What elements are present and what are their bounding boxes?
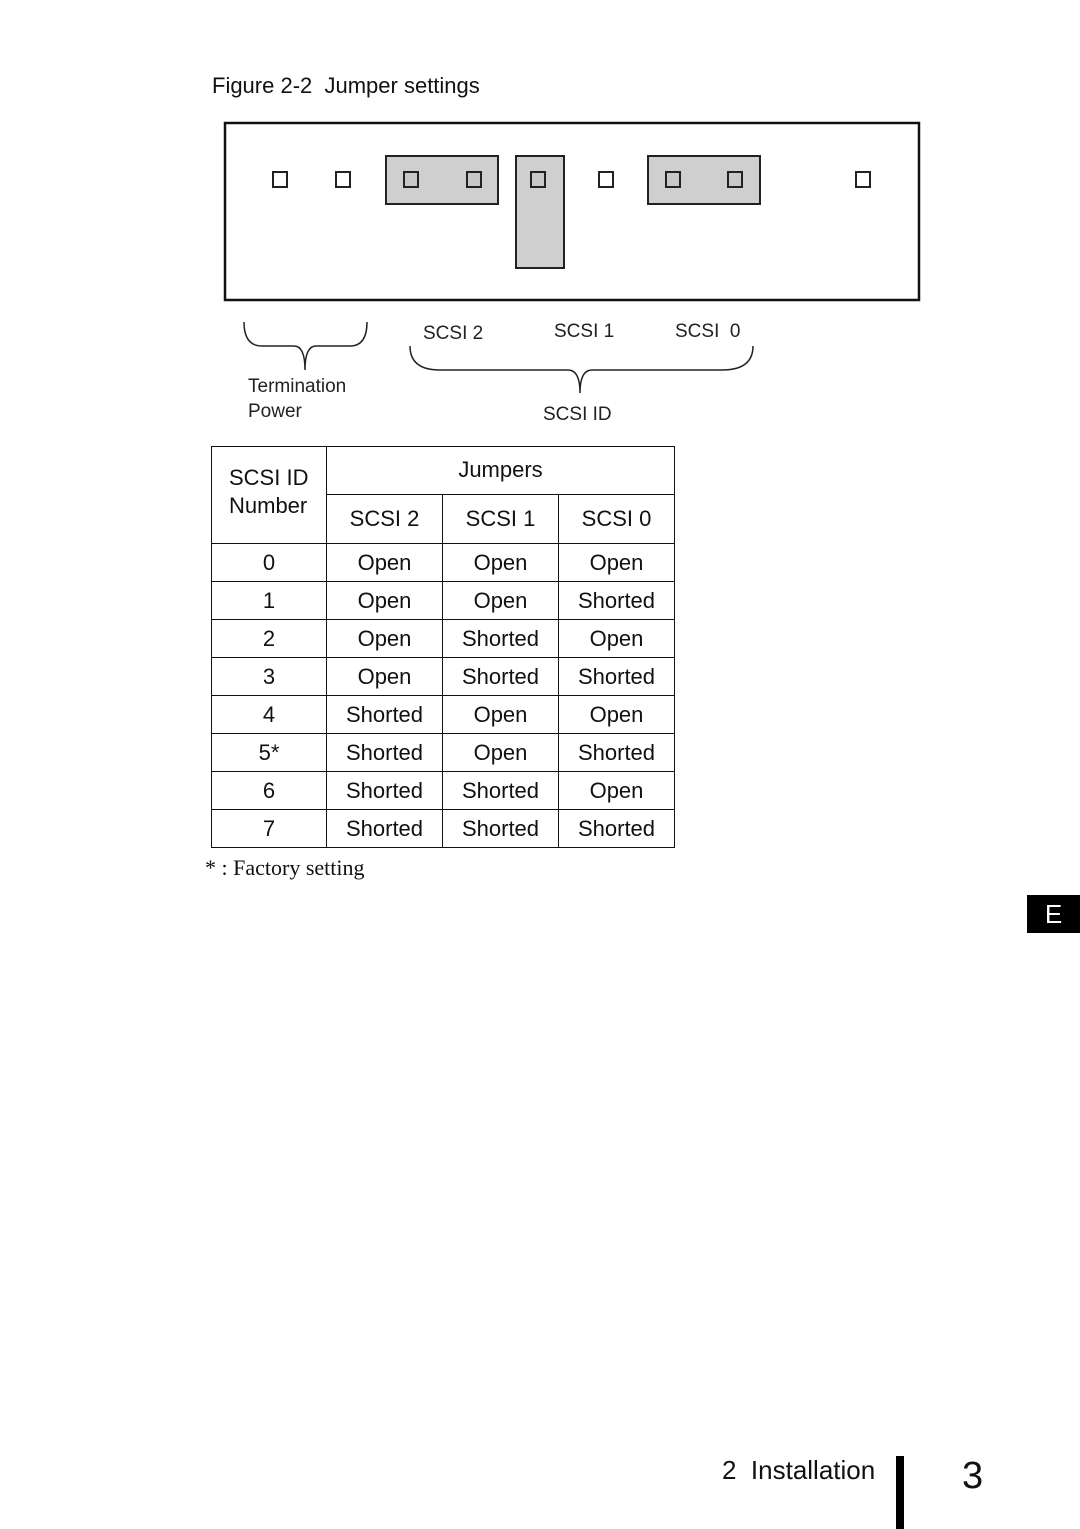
jumper-state-cell: Shorted: [326, 809, 443, 848]
jumper-state-cell: Shorted: [326, 695, 443, 734]
jumper-pin: [855, 171, 871, 188]
table-row: 3 Open Shorted Shorted: [211, 657, 675, 696]
scsi0-label: SCSI 0: [675, 321, 741, 342]
termination-brace: [243, 321, 368, 371]
footnote: * : Factory setting: [205, 855, 365, 880]
scsi-id-cell: 4: [211, 695, 327, 734]
table-row: 7 Shorted Shorted Shorted: [211, 809, 675, 848]
scsi-id-cell: 0: [211, 543, 327, 582]
jumper-state-cell: Shorted: [442, 619, 559, 658]
termination-label: Termination: [248, 376, 347, 397]
table-row: 0 Open Open Open: [211, 543, 675, 582]
jumper-settings-table: SCSI ID Number Jumpers SCSI 2 SCSI 1 SCS…: [211, 446, 675, 848]
jumper-state-cell: Shorted: [442, 771, 559, 810]
jumper-state-cell: Open: [442, 733, 559, 772]
jumper-state-cell: Open: [442, 581, 559, 620]
scsi-id-cell: 7: [211, 809, 327, 848]
jumper-state-cell: Shorted: [326, 771, 443, 810]
jumper-state-cell: Open: [326, 657, 443, 696]
scsi-id-cell: 1: [211, 581, 327, 620]
jumper-state-cell: Open: [558, 543, 675, 582]
id-number-header: SCSI ID Number: [211, 446, 327, 544]
jumper-pin: [727, 171, 743, 188]
jumper-state-cell: Open: [558, 619, 675, 658]
column-header: SCSI 1: [442, 494, 559, 544]
jumper-state-cell: Shorted: [442, 657, 559, 696]
power-label: Power: [248, 401, 302, 422]
jumper-cap-scsi0: [647, 155, 761, 205]
jumper-state-cell: Open: [558, 771, 675, 810]
footer-divider: [896, 1456, 904, 1529]
jumper-state-cell: Shorted: [558, 733, 675, 772]
jumper-state-cell: Open: [326, 619, 443, 658]
jumper-pin: [665, 171, 681, 188]
scsi-id-cell: 2: [211, 619, 327, 658]
jumper-state-cell: Shorted: [442, 809, 559, 848]
scsi-id-cell: 5*: [211, 733, 327, 772]
column-header: SCSI 2: [326, 494, 443, 544]
table-row: 5* Shorted Open Shorted: [211, 733, 675, 772]
jumper-state-cell: Open: [558, 695, 675, 734]
scsi-id-brace: [409, 345, 754, 394]
scsi2-label: SCSI 2: [423, 323, 484, 344]
jumper-pin: [335, 171, 351, 188]
jumper-state-cell: Shorted: [558, 657, 675, 696]
jumper-pin: [272, 171, 288, 188]
jumper-pin: [403, 171, 419, 188]
scsi-id-cell: 3: [211, 657, 327, 696]
scsi-id-label: SCSI ID: [543, 404, 612, 425]
jumper-state-cell: Shorted: [558, 809, 675, 848]
jumper-pin: [466, 171, 482, 188]
footer-section: 2 Installation: [722, 1455, 876, 1485]
jumper-state-cell: Open: [326, 543, 443, 582]
jumpers-header: Jumpers: [326, 446, 675, 495]
column-header: SCSI 0: [558, 494, 675, 544]
jumper-pin: [530, 171, 546, 188]
jumper-state-cell: Open: [442, 543, 559, 582]
jumper-state-cell: Shorted: [558, 581, 675, 620]
table-row: 6 Shorted Shorted Open: [211, 771, 675, 810]
table-header-row: SCSI ID Number Jumpers: [211, 446, 675, 544]
jumper-state-cell: Open: [326, 581, 443, 620]
circuit-board: [223, 121, 921, 302]
scsi-id-cell: 6: [211, 771, 327, 810]
jumper-pin: [598, 171, 614, 188]
jumper-state-cell: Shorted: [326, 733, 443, 772]
scsi1-label: SCSI 1: [554, 321, 615, 342]
jumper-diagram: [223, 121, 921, 394]
jumper-state-cell: Open: [442, 695, 559, 734]
page-number: 3: [962, 1455, 984, 1497]
table-row: 4 Shorted Open Open: [211, 695, 675, 734]
section-tab: E: [1027, 895, 1080, 933]
table-row: 2 Open Shorted Open: [211, 619, 675, 658]
table-row: 1 Open Open Shorted: [211, 581, 675, 620]
